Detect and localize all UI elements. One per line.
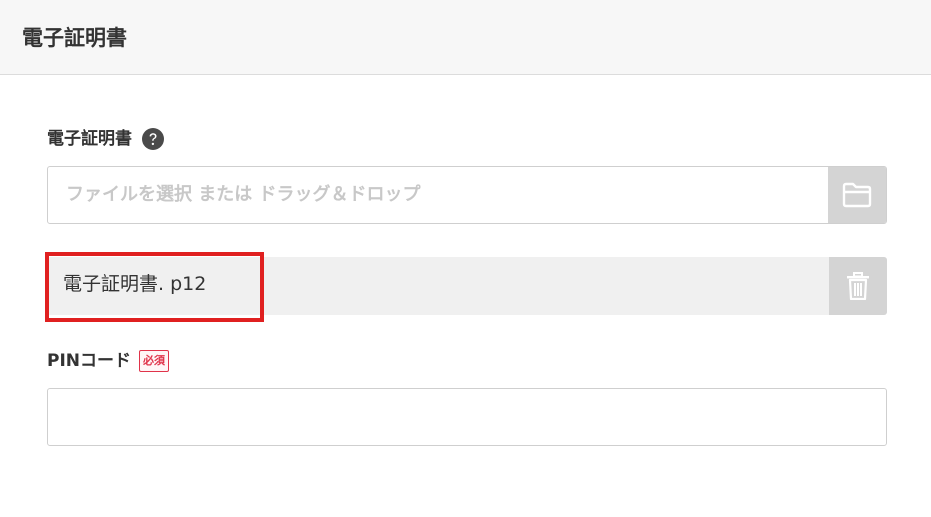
certificate-field-label: 電子証明書	[47, 127, 164, 151]
panel-title: 電子証明書	[22, 26, 127, 50]
selected-file-item: 電子証明書. p12	[47, 257, 887, 315]
pin-field-label: PINコード 必須	[47, 349, 170, 373]
trash-icon	[847, 272, 869, 300]
file-select-placeholder: ファイルを選択 または ドラッグ＆ドロップ	[66, 184, 421, 205]
question-circle-icon[interactable]	[142, 128, 164, 150]
folder-icon	[842, 182, 872, 208]
certificate-label-text: 電子証明書	[47, 129, 132, 149]
panel-header: 電子証明書	[0, 0, 931, 75]
selected-file-name: 電子証明書. p12	[63, 273, 207, 295]
delete-file-button[interactable]	[829, 257, 887, 315]
required-badge: 必須	[139, 350, 170, 372]
certificate-panel: 電子証明書 電子証明書 ファイルを選択 または ドラッグ＆ドロップ 電子証明書.…	[0, 0, 931, 517]
file-select-dropzone[interactable]: ファイルを選択 または ドラッグ＆ドロップ	[47, 166, 887, 224]
browse-file-button[interactable]	[828, 167, 886, 223]
pin-label-text: PINコード	[47, 351, 132, 371]
pin-code-input[interactable]	[47, 388, 887, 446]
